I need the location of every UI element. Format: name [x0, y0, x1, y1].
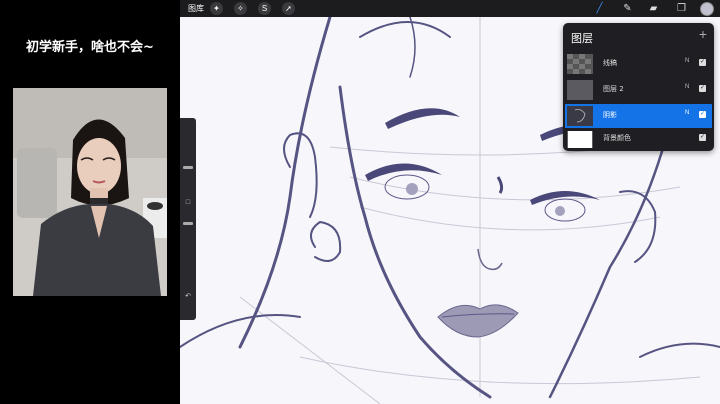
- opacity-slider[interactable]: [183, 222, 193, 225]
- visibility-checkbox[interactable]: ✓: [699, 59, 706, 66]
- layers-icon[interactable]: ❐: [674, 1, 689, 16]
- blend-mode[interactable]: N: [685, 58, 689, 64]
- layer-row[interactable]: 线稿 N ✓: [565, 52, 712, 76]
- brush-sidebar: □ ↶: [180, 118, 196, 320]
- webcam-feed: [13, 88, 167, 296]
- visibility-checkbox[interactable]: ✓: [699, 134, 706, 141]
- eyedropper-button[interactable]: □: [183, 198, 193, 208]
- layer-thumbnail: [567, 54, 593, 74]
- magic-wand-icon[interactable]: ✧: [234, 2, 247, 15]
- visibility-checkbox[interactable]: ✓: [699, 111, 706, 118]
- top-toolbar: 图库 ✦ ✧ S ➚ ╱ ✎ ▰ ❐: [180, 0, 720, 17]
- add-layer-button[interactable]: +: [699, 26, 707, 42]
- layer-name: 背景颜色: [603, 134, 631, 142]
- smudge-icon[interactable]: ✎: [620, 1, 635, 16]
- eraser-icon[interactable]: ▰: [646, 1, 661, 16]
- brush-size-slider[interactable]: [183, 166, 193, 169]
- gallery-button[interactable]: 图库: [188, 3, 204, 14]
- layers-panel: 图层 + 线稿 N ✓ 图层 2 N ✓ 阴影 N ✓ 背景颜色 ✓: [563, 23, 714, 151]
- stream-caption: 初学新手，啥也不会~: [26, 40, 154, 55]
- streamer-panel: 初学新手，啥也不会~: [0, 0, 180, 404]
- layer-thumbnail: [567, 80, 593, 100]
- brush-icon[interactable]: ╱: [592, 1, 607, 16]
- layer-thumbnail: [567, 106, 593, 126]
- layer-name: 阴影: [603, 111, 617, 119]
- wrench-icon[interactable]: ✦: [210, 2, 223, 15]
- blend-mode[interactable]: N: [685, 84, 689, 90]
- color-picker-button[interactable]: [700, 2, 714, 16]
- selection-icon[interactable]: S: [258, 2, 271, 15]
- layer-thumbnail: [567, 131, 593, 148]
- layer-name: 线稿: [603, 59, 617, 67]
- visibility-checkbox[interactable]: ✓: [699, 85, 706, 92]
- layer-row[interactable]: 背景颜色 ✓: [565, 129, 712, 149]
- undo-icon[interactable]: ↶: [183, 292, 193, 302]
- blend-mode[interactable]: N: [685, 110, 689, 116]
- transform-icon[interactable]: ➚: [282, 2, 295, 15]
- procreate-app: 图库 ✦ ✧ S ➚ ╱ ✎ ▰ ❐ □ ↶ 图层 + 线稿 N ✓ 图层 2 …: [180, 0, 720, 404]
- layers-title: 图层: [571, 32, 593, 45]
- layer-row-active[interactable]: 阴影 N ✓: [565, 104, 712, 128]
- layer-name: 图层 2: [603, 85, 624, 93]
- layer-row[interactable]: 图层 2 N ✓: [565, 78, 712, 102]
